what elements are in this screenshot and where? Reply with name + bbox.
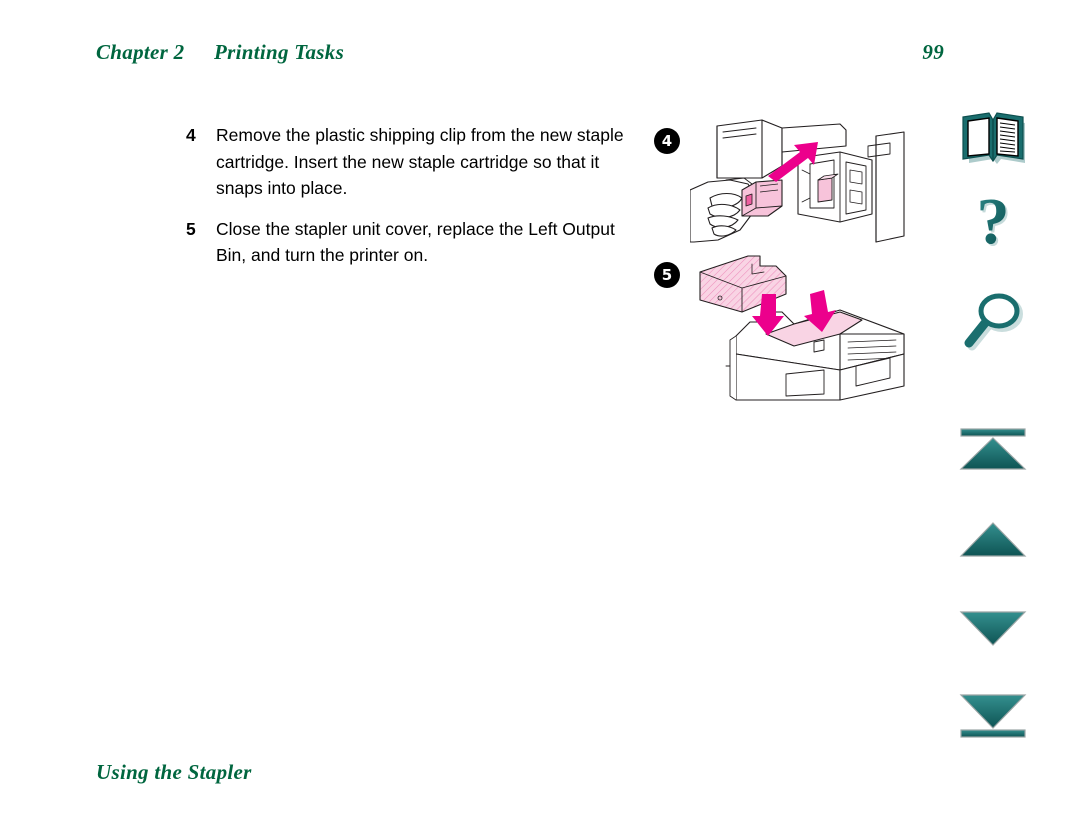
sidebar-item-next-page[interactable] xyxy=(938,606,1048,650)
figure-insert-staple-cartridge xyxy=(690,119,905,243)
header-chapter-label: Chapter 2 xyxy=(96,40,185,64)
step-number: 5 xyxy=(186,218,196,239)
list-item: 5 Close the stapler unit cover, replace … xyxy=(186,216,646,269)
last-page-icon xyxy=(959,694,1027,738)
previous-page-icon xyxy=(959,522,1027,557)
first-page-icon xyxy=(959,428,1027,470)
figure-step-badge-4: 4 xyxy=(654,128,680,154)
figure-step-badge-5: 5 xyxy=(654,262,680,288)
sidebar-item-last-page[interactable] xyxy=(938,690,1048,742)
page-footer: Using the Stapler xyxy=(96,760,252,785)
sidebar-item-search[interactable] xyxy=(938,290,1048,356)
step-text: Close the stapler unit cover, replace th… xyxy=(216,218,615,266)
open-book-icon xyxy=(962,112,1025,164)
page-number: 99 xyxy=(922,40,944,64)
numbered-step-list: 4 Remove the plastic shipping clip from … xyxy=(186,122,646,283)
sidebar-item-contents[interactable] xyxy=(938,108,1048,170)
magnifying-glass-icon xyxy=(964,293,1023,351)
step-text: Remove the plastic shipping clip from th… xyxy=(216,125,624,198)
figure-replace-output-bin xyxy=(699,255,905,401)
page-header: Chapter 2 Printing Tasks 99 xyxy=(96,40,984,70)
footer-title: Using the Stapler xyxy=(96,760,252,784)
sidebar-navigation: ? ? xyxy=(938,100,1048,780)
sidebar-item-previous-page[interactable] xyxy=(938,518,1048,562)
header-section-title: Printing Tasks xyxy=(214,40,345,64)
step-number: 4 xyxy=(186,125,196,145)
sidebar-item-help[interactable]: ? ? xyxy=(938,190,1048,266)
next-page-icon xyxy=(959,611,1027,646)
question-mark-icon: ? ? xyxy=(977,191,1012,260)
svg-text:?: ? xyxy=(977,191,1010,258)
illustration-group: 4 5 xyxy=(648,118,918,408)
list-item: 4 Remove the plastic shipping clip from … xyxy=(186,122,646,202)
sidebar-item-first-page[interactable] xyxy=(938,425,1048,475)
